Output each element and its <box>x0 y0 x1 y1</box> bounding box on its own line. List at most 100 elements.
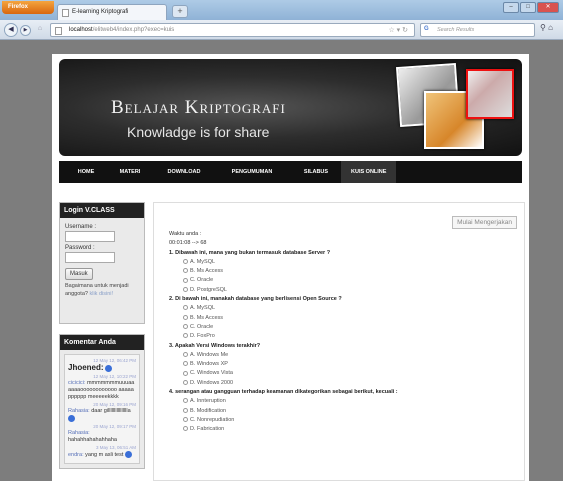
shout-time: 12 May 12, 10:22 PM <box>93 374 136 379</box>
answer-option[interactable]: C. Oracle <box>169 323 398 332</box>
quiz-panel: Mulai Mengerjakan Waktu anda : 00:01:08 … <box>153 202 525 481</box>
shout-text: daar gilllllllllllllllla <box>91 408 131 414</box>
answer-label: D. PostgreSQL <box>190 286 227 293</box>
browser-tab[interactable]: E-learning Kriptografi <box>57 4 167 20</box>
register-link[interactable]: klik disini! <box>89 291 113 297</box>
comment-box: Komentar Anda 12 May 12, 06:42 PM Jhoene… <box>59 334 145 469</box>
forward-icon[interactable]: ▶ <box>20 25 31 36</box>
answer-option[interactable]: C. Windows Vista <box>169 369 398 378</box>
radio-button[interactable] <box>183 416 188 422</box>
radio-button[interactable] <box>183 426 188 432</box>
answer-option[interactable]: B. Ms Access <box>169 267 398 276</box>
answer-option[interactable]: D. Fabrication <box>169 425 398 434</box>
menu-item-kuis-online[interactable]: KUIS ONLINE <box>341 161 397 183</box>
radio-button[interactable] <box>183 370 188 376</box>
password-input[interactable] <box>65 252 115 263</box>
password-label: Password : <box>65 245 95 251</box>
window-titlebar: Firefox E-learning Kriptografi + – □ ✕ <box>0 0 563 20</box>
question-text: 3. Apakah Versi Windows terakhir? <box>169 342 261 349</box>
answer-label: A. MySQL <box>190 305 216 312</box>
back-icon[interactable]: ◀ <box>4 23 18 37</box>
radio-button[interactable] <box>183 333 188 339</box>
radio-button[interactable] <box>183 324 188 330</box>
answer-option[interactable]: B. Ms Access <box>169 314 398 323</box>
radio-button[interactable] <box>183 361 188 367</box>
search-bar[interactable]: G Search Results <box>420 23 535 37</box>
close-icon[interactable]: ✕ <box>537 2 559 13</box>
window-controls: – □ ✕ <box>503 2 559 13</box>
menu-item-materi[interactable]: MATERI <box>105 169 155 175</box>
url-bar[interactable]: localhost/elitweb4/index.php?exec=kuis ☆… <box>50 23 415 37</box>
question-text: 4. serangan atau gangguan terhadap keama… <box>169 389 398 396</box>
search-placeholder: Search Results <box>437 27 475 33</box>
radio-button[interactable] <box>183 379 188 385</box>
home-icon[interactable]: ⌂ <box>548 23 553 32</box>
url-path: /elitweb4/index.php?exec=kuis <box>92 27 175 33</box>
login-button[interactable]: Masuk <box>65 268 93 280</box>
answer-option[interactable]: D. Windows 2000 <box>169 379 398 388</box>
answer-label: D. Fabrication <box>190 426 225 433</box>
answer-option[interactable]: A. MySQL <box>169 258 398 267</box>
identity-icon[interactable]: ⌂ <box>33 23 47 37</box>
new-tab-button[interactable]: + <box>172 5 188 18</box>
shout-author: Rahasia: <box>68 408 90 414</box>
smiley-icon <box>124 450 132 458</box>
shout-author: Jhoened: <box>68 363 104 372</box>
answer-option[interactable]: D. FoxPro <box>169 332 398 341</box>
url-host: localhost <box>69 27 93 33</box>
tab-title: E-learning Kriptografi <box>72 9 129 15</box>
radio-button[interactable] <box>183 268 188 274</box>
quiz-form: Waktu anda : 00:01:08 --> 68 1. Dibawah … <box>169 230 398 435</box>
menu-item-download[interactable]: DOWNLOAD <box>155 169 213 175</box>
radio-button[interactable] <box>183 351 188 357</box>
start-quiz-button[interactable]: Mulai Mengerjakan <box>452 216 517 229</box>
answer-label: B. Windows XP <box>190 361 228 368</box>
firefox-menu-button[interactable]: Firefox <box>2 1 54 14</box>
answer-option[interactable]: A. Innteruption <box>169 397 398 406</box>
answer-label: B. Ms Access <box>190 314 224 321</box>
question-text: 2. Di bawah ini, manakah database yang b… <box>169 296 342 303</box>
answer-option[interactable]: B. Modification <box>169 407 398 416</box>
main-menu: HOME MATERI DOWNLOAD PENGUMUMAN SILABUS … <box>59 161 522 183</box>
radio-button[interactable] <box>183 305 188 311</box>
shout-time: 20 May 12, 09:16 PM <box>93 402 136 407</box>
time-value: 00:01:08 --> 68 <box>169 240 207 247</box>
search-engine-icon[interactable]: G <box>424 26 433 35</box>
register-help: Bagaimana untuk menjadi anggota? klik di… <box>65 282 139 298</box>
answer-option[interactable]: C. Nonrepudiation <box>169 416 398 425</box>
answer-option[interactable]: B. Windows XP <box>169 360 398 369</box>
radio-button[interactable] <box>183 314 188 320</box>
menu-item-pengumuman[interactable]: PENGUMUMAN <box>213 169 291 175</box>
answer-label: C. Oracle <box>190 277 214 284</box>
list-item: Rahasia: daar gilllllllllllllllla <box>68 408 136 423</box>
smiley-icon <box>68 415 75 422</box>
shout-text: yang m asli test <box>85 451 124 458</box>
search-icon[interactable]: ⚲ <box>540 23 546 32</box>
answer-label: D. FoxPro <box>190 333 215 340</box>
question-text: 1. Dibawah ini, mana yang bukan termasuk… <box>169 249 331 256</box>
radio-button[interactable] <box>183 277 188 283</box>
username-input[interactable] <box>65 231 115 242</box>
answer-option[interactable]: A. MySQL <box>169 304 398 313</box>
answer-option[interactable]: C. Oracle <box>169 276 398 285</box>
smiley-icon <box>105 365 113 373</box>
radio-button[interactable] <box>183 258 188 264</box>
menu-item-home[interactable]: HOME <box>67 169 105 175</box>
radio-button[interactable] <box>183 398 188 404</box>
shout-author: Rahasia: <box>68 429 90 436</box>
site-tagline: Knowladge is for share <box>127 124 270 140</box>
page-container: Belajar Kriptografi Knowladge is for sha… <box>52 54 529 481</box>
radio-button[interactable] <box>183 407 188 413</box>
answer-label: A. Innteruption <box>190 398 226 405</box>
answer-option[interactable]: D. PostgreSQL <box>169 286 398 295</box>
radio-button[interactable] <box>183 286 188 292</box>
minimize-icon[interactable]: – <box>503 2 519 13</box>
shoutbox-list[interactable]: 12 May 12, 06:42 PM Jhoened: 12 May 12, … <box>64 354 140 464</box>
answer-label: B. Modification <box>190 407 227 414</box>
answer-label: A. MySQL <box>190 258 216 265</box>
answer-option[interactable]: A. Windows Me <box>169 351 398 360</box>
bookmark-star-icon[interactable]: ☆ ▾ ↻ <box>388 26 408 34</box>
maximize-icon[interactable]: □ <box>520 2 536 13</box>
menu-item-silabus[interactable]: SILABUS <box>291 169 341 175</box>
login-box: Login V.CLASS Username : Password : Masu… <box>59 202 145 324</box>
